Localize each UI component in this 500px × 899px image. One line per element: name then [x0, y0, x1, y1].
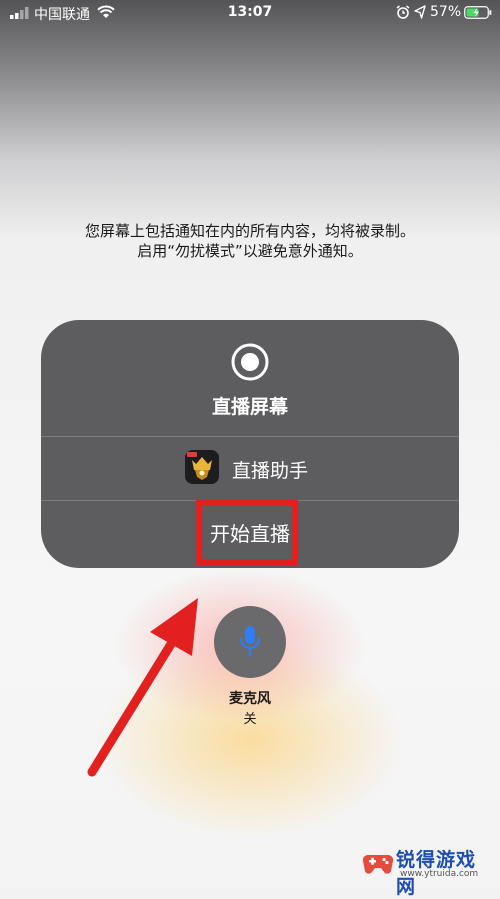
broadcast-app-option[interactable]: 直播助手 [41, 437, 459, 500]
card-title: 直播屏幕 [211, 396, 288, 418]
microphone-toggle[interactable] [214, 606, 286, 678]
microphone-icon [239, 626, 261, 658]
notice-line-1: 您屏幕上包括通知在内的所有内容，均将被录制。 [84, 222, 415, 240]
app-name: 直播助手 [232, 460, 309, 482]
notice-line-2: 启用“勿扰模式”以避免意外通知。 [137, 242, 363, 260]
alarm-icon [396, 5, 410, 19]
watermark-url: www.ytruida.com [400, 869, 479, 879]
gamepad-logo-icon [362, 854, 394, 874]
crown-shield-icon [185, 450, 219, 484]
location-arrow-icon [414, 5, 426, 19]
battery-charging-icon [464, 6, 492, 19]
highlight-annotation-box [196, 500, 298, 565]
site-watermark: 锐得游戏网 www.ytruida.com [362, 843, 492, 898]
microphone-state: 关 [243, 712, 257, 727]
red-arrow-annotation [87, 598, 198, 777]
status-bar: 中国联通 13:07 57% [0, 0, 500, 26]
record-icon [231, 343, 269, 381]
microphone-label: 麦克风 [229, 691, 271, 707]
recording-notice: 您屏幕上包括通知在内的所有内容，均将被录制。 启用“勿扰模式”以避免意外通知。 [0, 221, 500, 261]
app-icon [185, 450, 219, 484]
battery-percentage: 57% [430, 4, 462, 20]
